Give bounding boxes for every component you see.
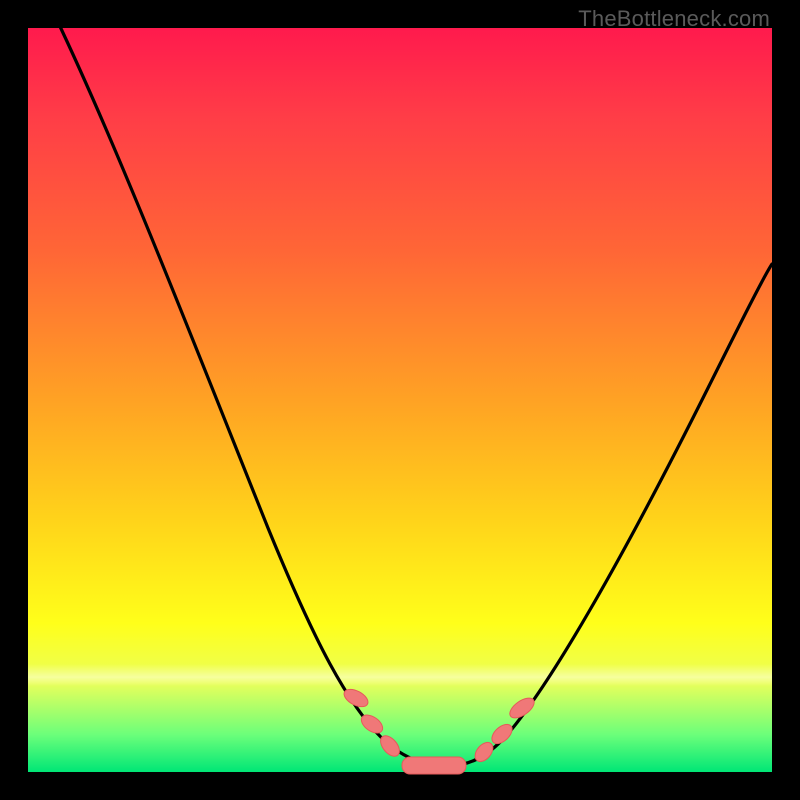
plot-area [28,28,772,772]
curve-markers [341,686,537,774]
curve-path [56,18,772,766]
marker [488,721,515,747]
marker-bottom [402,757,466,774]
attribution-text: TheBottleneck.com [578,6,770,32]
bottleneck-curve [28,28,772,772]
chart-frame: TheBottleneck.com [0,0,800,800]
